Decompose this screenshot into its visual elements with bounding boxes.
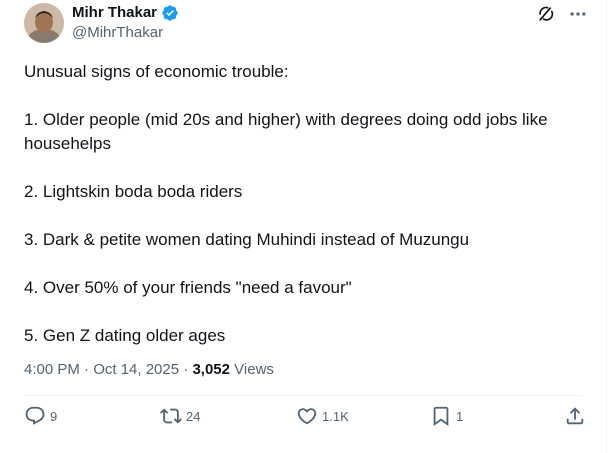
reply-count: 9	[50, 408, 58, 424]
repost-icon	[160, 405, 182, 427]
tweet-list-item: 5. Gen Z dating older ages	[24, 326, 226, 345]
share-button[interactable]	[564, 405, 586, 427]
views-count: 3,052	[192, 361, 230, 378]
divider	[24, 395, 582, 396]
like-count: 1.1K	[322, 408, 349, 424]
tweet-text: Unusual signs of economic trouble: 1. Ol…	[24, 60, 584, 348]
tweet-meta: 4:00 PM · Oct 14, 2025 · 3,052 Views	[24, 360, 274, 380]
bookmark-button[interactable]: 1	[430, 405, 463, 427]
timestamp-link[interactable]: 4:00 PM · Oct 14, 2025	[24, 361, 179, 378]
tweet-list-item: 4. Over 50% of your friends "need a favo…	[24, 278, 352, 297]
verified-badge-icon	[161, 4, 179, 22]
reply-icon	[24, 405, 46, 427]
tweet-list-item: 3. Dark & petite women dating Muhindi in…	[24, 230, 470, 249]
repost-button[interactable]: 24	[160, 405, 200, 427]
action-bar: 9 24 1.1K 1	[20, 405, 596, 441]
views-label: Views	[234, 361, 274, 378]
like-button[interactable]: 1.1K	[296, 405, 349, 427]
repost-count: 24	[186, 408, 201, 424]
tweet-intro: Unusual signs of economic trouble:	[24, 62, 289, 81]
tweet-card: Mihr Thakar @MihrThakar Unusual signs of…	[0, 0, 607, 453]
top-actions	[536, 4, 588, 24]
share-icon	[564, 405, 586, 427]
bookmark-count: 1	[456, 408, 464, 424]
grok-icon[interactable]	[536, 4, 556, 24]
author-display-name[interactable]: Mihr Thakar	[72, 4, 157, 22]
tweet-list-item: 2. Lightskin boda boda riders	[24, 182, 243, 201]
more-icon[interactable]	[568, 4, 588, 24]
author-handle[interactable]: @MihrThakar	[72, 24, 163, 42]
tweet-list-item: 1. Older people (mid 20s and higher) wit…	[24, 110, 548, 153]
reply-button[interactable]: 9	[24, 405, 57, 427]
heart-icon	[296, 405, 318, 427]
name-row: Mihr Thakar	[72, 4, 179, 22]
bookmark-icon	[430, 405, 452, 427]
avatar-image	[24, 3, 64, 43]
meta-separator: ·	[179, 361, 193, 378]
avatar[interactable]	[24, 3, 64, 43]
